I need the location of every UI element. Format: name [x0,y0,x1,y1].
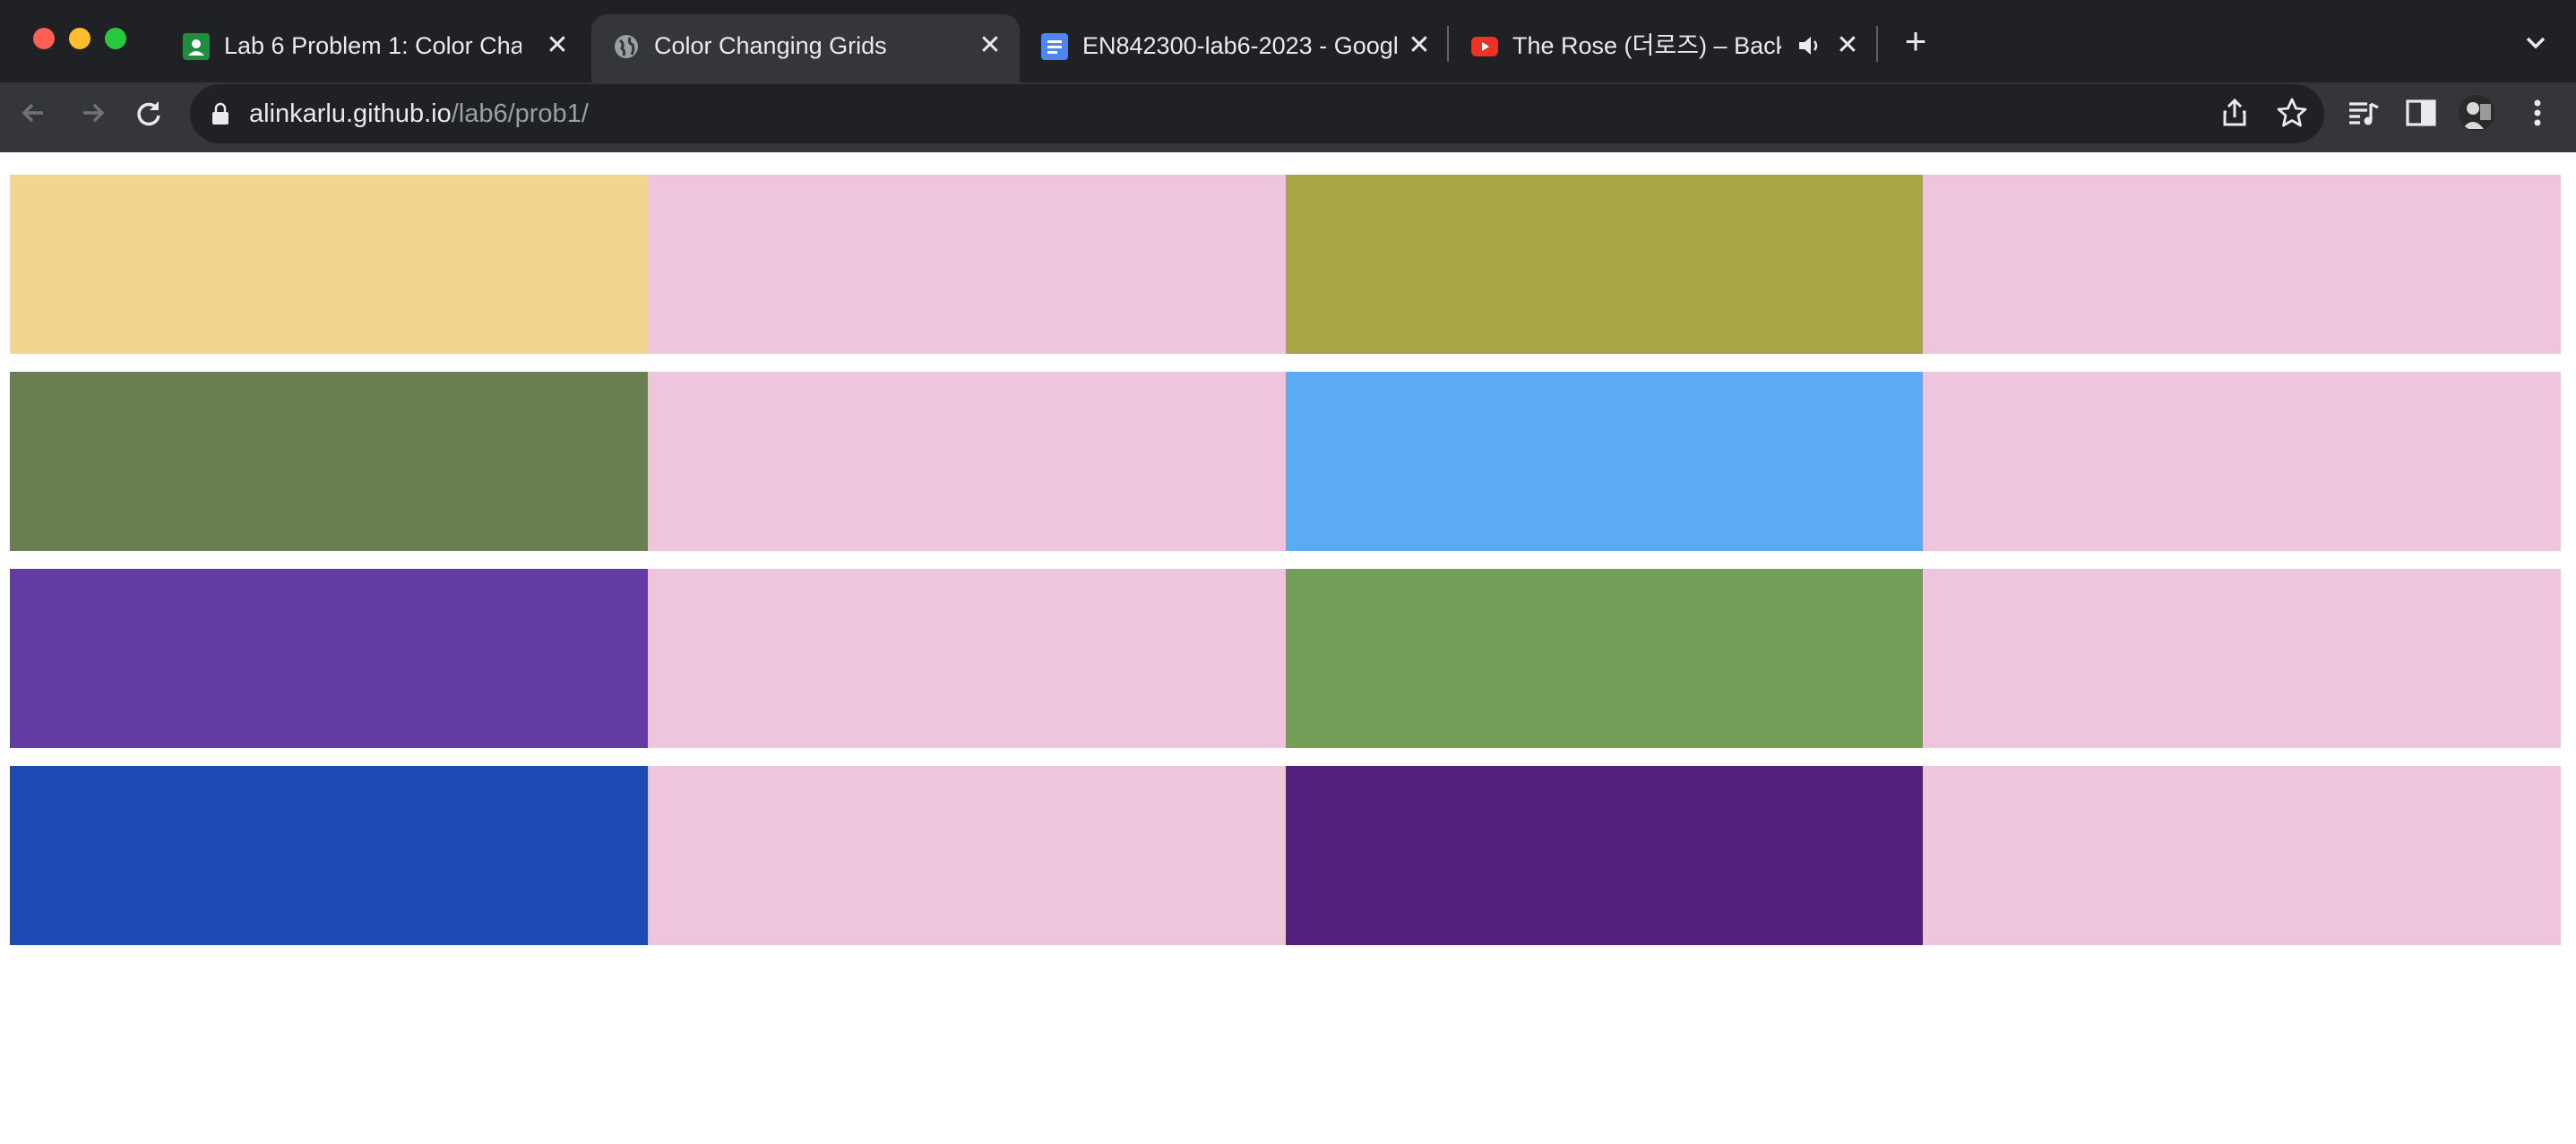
media-controls-icon[interactable] [2344,93,2383,133]
side-panel-icon[interactable] [2401,93,2441,133]
bookmark-star-icon[interactable] [2274,95,2310,131]
tab-strip: Lab 6 Problem 1: Color Change ✕ Color Ch… [0,0,2576,82]
url-text[interactable]: alinkarlu.github.io/lab6/prob1/ [249,97,589,131]
grid-row [10,766,2561,945]
forward-icon[interactable] [73,93,112,133]
tab-youtube[interactable]: The Rose (더로즈) – Back To ✕ [1450,15,1871,74]
tab-title: The Rose (더로즈) – Back To [1512,32,1781,59]
url-host: alinkarlu.github.io [249,99,452,128]
globe-icon [613,33,640,60]
grid-cell[interactable] [1923,372,2561,551]
grid-row [10,372,2561,551]
grid-cell[interactable] [1285,569,1924,748]
docs-icon [1041,33,1068,60]
kebab-menu-icon[interactable] [2518,93,2557,133]
close-tab-icon[interactable]: ✕ [976,31,1004,60]
url-path: /lab6/prob1/ [451,99,589,128]
grid-cell[interactable] [1923,175,2561,354]
close-window-button[interactable] [33,28,55,49]
minimize-window-button[interactable] [69,28,90,49]
grid-cell[interactable] [1285,766,1924,945]
tab-separator [1447,26,1449,62]
maximize-window-button[interactable] [105,28,126,49]
grid-cell[interactable] [647,766,1286,945]
tab-color-changing-grids[interactable]: Color Changing Grids ✕ [591,14,1020,82]
grid-cell[interactable] [10,175,648,354]
close-tab-icon[interactable]: ✕ [1833,31,1862,60]
address-bar[interactable]: alinkarlu.github.io/lab6/prob1/ [190,84,2324,143]
tab-google-docs[interactable]: EN842300-lab6-2023 - Googl ✕ [1020,15,1441,74]
tab-lab6-problem1[interactable]: Lab 6 Problem 1: Color Change ✕ [161,15,582,74]
avatar[interactable] [2459,95,2494,131]
youtube-icon [1471,37,1498,56]
grid-cell[interactable] [10,766,648,945]
back-icon[interactable] [14,93,54,133]
grid-cell[interactable] [1923,569,2561,748]
grid-cell[interactable] [1285,175,1924,354]
reload-icon[interactable] [129,93,168,133]
share-icon[interactable] [2217,95,2253,131]
tab-title: Color Changing Grids [654,32,887,59]
grid-cell[interactable] [1923,766,2561,945]
tab-separator [1876,26,1878,62]
lock-icon[interactable] [211,102,229,125]
grid-cell[interactable] [647,175,1286,354]
grid-row [10,175,2561,354]
close-tab-icon[interactable]: ✕ [1405,31,1434,60]
grid-cell[interactable] [647,372,1286,551]
grid-cell[interactable] [647,569,1286,748]
close-tab-icon[interactable]: ✕ [543,31,572,60]
grid-cell[interactable] [10,372,648,551]
browser-chrome: Lab 6 Problem 1: Color Change ✕ Color Ch… [0,0,2576,152]
new-tab-button[interactable]: + [1898,22,1934,61]
tab-title: Lab 6 Problem 1: Color Change [224,32,521,59]
color-grid [10,175,2561,963]
page-content [0,152,2576,1144]
grid-cell[interactable] [10,569,648,748]
tab-title: EN842300-lab6-2023 - Googl [1082,32,1398,59]
grid-row [10,569,2561,748]
classroom-icon [183,33,210,60]
chevron-down-icon[interactable] [2520,27,2552,59]
speaker-icon[interactable] [1796,31,1822,60]
grid-cell[interactable] [1285,372,1924,551]
